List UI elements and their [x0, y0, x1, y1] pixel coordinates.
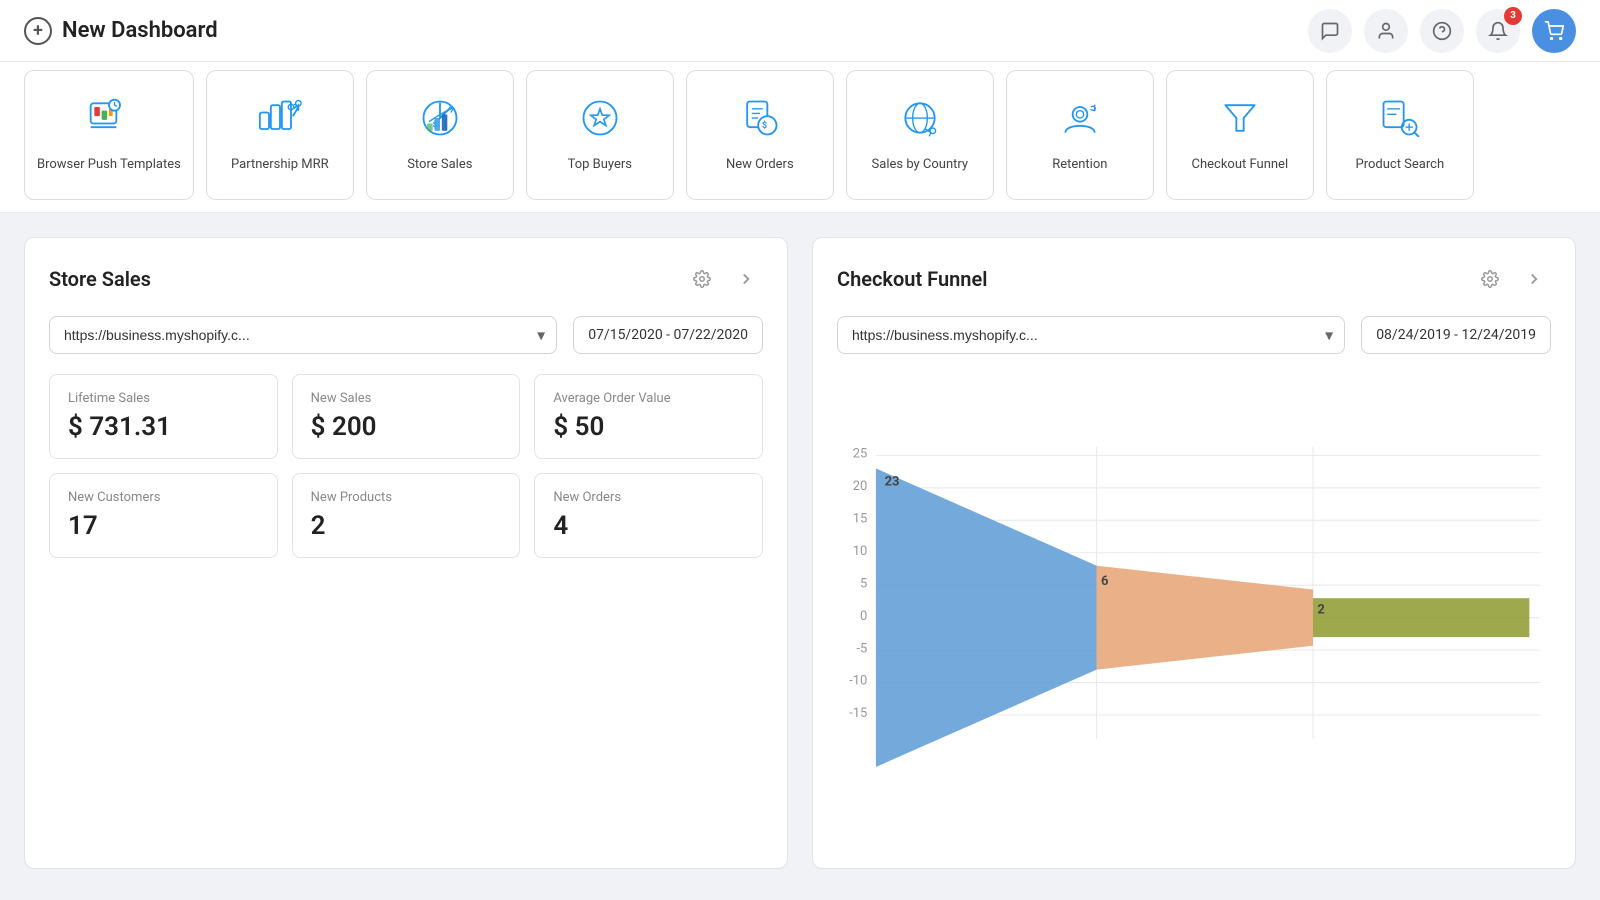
- stat-new-customers-label: New Customers: [68, 490, 259, 505]
- svg-text:-5: -5: [856, 641, 867, 656]
- svg-text:-15: -15: [849, 706, 867, 721]
- stat-new-orders: New Orders 4: [534, 473, 763, 558]
- checkout-funnel-expand-button[interactable]: [1517, 262, 1551, 296]
- header-actions: 3: [1308, 9, 1576, 53]
- page-title: New Dashboard: [62, 18, 218, 43]
- store-sales-settings-button[interactable]: [685, 262, 719, 296]
- retention-icon: [1058, 96, 1102, 149]
- store-sales-header: Store Sales: [49, 262, 763, 296]
- checkout-funnel-icon: [1218, 96, 1262, 149]
- checkout-funnel-settings-button[interactable]: [1473, 262, 1507, 296]
- widget-browser-push-templates[interactable]: Browser Push Templates: [24, 70, 194, 200]
- svg-text:$: $: [762, 120, 767, 131]
- stat-new-orders-label: New Orders: [553, 490, 744, 505]
- widget-label: Sales by Country: [872, 157, 969, 174]
- widget-store-sales[interactable]: $ Store Sales: [366, 70, 514, 200]
- widget-new-orders[interactable]: $ New Orders: [686, 70, 834, 200]
- stat-avg-order: Average Order Value $ 50: [534, 374, 763, 459]
- stat-new-sales: New Sales $ 200: [292, 374, 521, 459]
- svg-text:23: 23: [885, 475, 900, 490]
- chat-button[interactable]: [1308, 9, 1352, 53]
- widget-label: Browser Push Templates: [37, 157, 181, 174]
- stat-new-sales-value: $ 200: [311, 412, 502, 442]
- stat-lifetime-sales-value: $ 731.31: [68, 412, 259, 442]
- widget-top-buyers[interactable]: Top Buyers: [526, 70, 674, 200]
- svg-text:20: 20: [853, 479, 868, 494]
- store-sales-panel: Store Sales https://business.myshopify.c…: [24, 237, 788, 869]
- svg-text:10: 10: [853, 544, 868, 559]
- checkout-funnel-header: Checkout Funnel: [837, 262, 1551, 296]
- svg-text:0: 0: [860, 609, 867, 624]
- checkout-funnel-title: Checkout Funnel: [837, 267, 1463, 291]
- svg-text:15: 15: [853, 511, 868, 526]
- store-sales-store-select-wrap: https://business.myshopify.c...: [49, 316, 557, 354]
- checkout-funnel-store-select-wrap: https://business.myshopify.c...: [837, 316, 1345, 354]
- plus-icon: +: [24, 17, 52, 45]
- svg-text:2: 2: [1317, 602, 1324, 617]
- stat-avg-order-value: $ 50: [553, 412, 744, 442]
- widget-label: Product Search: [1356, 157, 1445, 174]
- widget-label: New Orders: [726, 157, 794, 174]
- funnel-blue-shape: [876, 468, 1097, 767]
- product-search-icon: [1378, 96, 1422, 149]
- checkout-funnel-chart: 25 20 15 10 5 0 -5 -10 -15: [837, 374, 1551, 844]
- widget-label: Retention: [1052, 157, 1107, 174]
- store-sales-controls: https://business.myshopify.c... 07/15/20…: [49, 316, 763, 354]
- stat-new-sales-label: New Sales: [311, 391, 502, 406]
- widget-bar: Browser Push Templates Partnership MRR: [0, 62, 1600, 213]
- store-sales-icon: $: [418, 96, 462, 149]
- cart-button[interactable]: [1532, 9, 1576, 53]
- svg-text:5: 5: [860, 576, 867, 591]
- browser-push-icon: [87, 96, 131, 149]
- store-sales-date-range[interactable]: 07/15/2020 - 07/22/2020: [573, 316, 763, 354]
- widget-partnership-mrr[interactable]: Partnership MRR: [206, 70, 354, 200]
- store-sales-expand-button[interactable]: [729, 262, 763, 296]
- stat-lifetime-sales-label: Lifetime Sales: [68, 391, 259, 406]
- svg-text:6: 6: [1101, 574, 1108, 589]
- stat-new-orders-value: 4: [553, 511, 744, 541]
- widget-sales-by-country[interactable]: Sales by Country: [846, 70, 994, 200]
- help-button[interactable]: [1420, 9, 1464, 53]
- header-title: + New Dashboard: [24, 17, 218, 45]
- partnership-icon: [258, 96, 302, 149]
- widget-label: Store Sales: [407, 157, 472, 174]
- checkout-funnel-panel: Checkout Funnel https://business.myshopi…: [812, 237, 1576, 869]
- widget-label: Checkout Funnel: [1192, 157, 1289, 174]
- checkout-funnel-chart-area: 25 20 15 10 5 0 -5 -10 -15: [837, 374, 1551, 844]
- stat-new-customers-value: 17: [68, 511, 259, 541]
- store-sales-stats: Lifetime Sales $ 731.31 New Sales $ 200 …: [49, 374, 763, 558]
- checkout-funnel-store-select[interactable]: https://business.myshopify.c...: [837, 316, 1345, 354]
- stat-avg-order-label: Average Order Value: [553, 391, 744, 406]
- widget-retention[interactable]: Retention: [1006, 70, 1154, 200]
- widget-label: Top Buyers: [568, 157, 632, 174]
- stat-new-customers: New Customers 17: [49, 473, 278, 558]
- widget-checkout-funnel[interactable]: Checkout Funnel: [1166, 70, 1314, 200]
- stat-lifetime-sales: Lifetime Sales $ 731.31: [49, 374, 278, 459]
- stat-new-products-label: New Products: [311, 490, 502, 505]
- store-sales-store-select[interactable]: https://business.myshopify.c...: [49, 316, 557, 354]
- user-button[interactable]: [1364, 9, 1408, 53]
- stat-new-products: New Products 2: [292, 473, 521, 558]
- svg-text:25: 25: [853, 447, 868, 462]
- top-buyers-icon: [578, 96, 622, 149]
- funnel-olive-shape: [1313, 598, 1529, 637]
- sales-country-icon: [898, 96, 942, 149]
- header: + New Dashboard 3: [0, 0, 1600, 62]
- widget-label: Partnership MRR: [231, 157, 329, 174]
- notification-badge: 3: [1504, 7, 1522, 25]
- checkout-funnel-date-range[interactable]: 08/24/2019 - 12/24/2019: [1361, 316, 1551, 354]
- widget-product-search[interactable]: Product Search: [1326, 70, 1474, 200]
- store-sales-title: Store Sales: [49, 267, 675, 291]
- funnel-orange-shape: [1097, 566, 1313, 670]
- new-orders-icon: $: [738, 96, 782, 149]
- main-content: Store Sales https://business.myshopify.c…: [0, 213, 1600, 893]
- bell-button[interactable]: 3: [1476, 9, 1520, 53]
- svg-text:-10: -10: [849, 674, 867, 689]
- checkout-funnel-controls: https://business.myshopify.c... 08/24/20…: [837, 316, 1551, 354]
- stat-new-products-value: 2: [311, 511, 502, 541]
- widget-scroll: Browser Push Templates Partnership MRR: [24, 70, 1576, 212]
